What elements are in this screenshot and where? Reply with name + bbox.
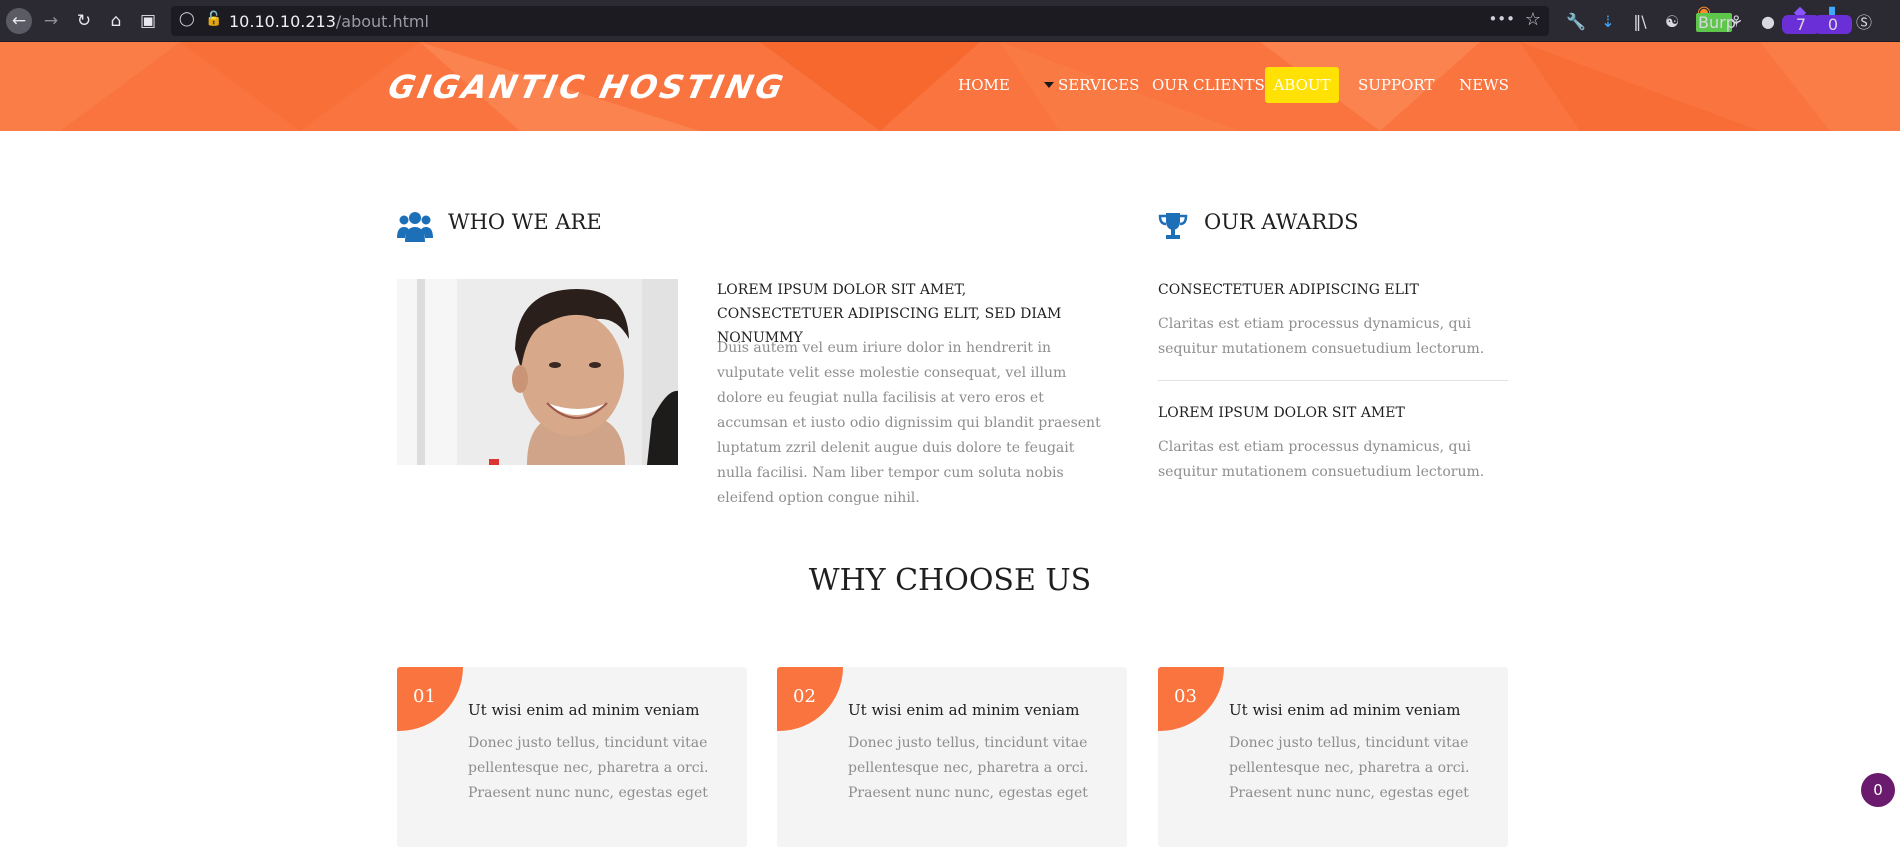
address-bar[interactable]: ◯ 🔓 10.10.10.213/about.html ••• ☆ <box>171 6 1549 36</box>
chat-widget-button[interactable]: 0 <box>1861 773 1895 807</box>
bookmark-star-icon[interactable]: ☆ <box>1525 9 1541 30</box>
awards-divider <box>1158 380 1508 381</box>
feature-card-3: 03 Ut wisi enim ad minim veniam Donec ju… <box>1158 667 1508 847</box>
card-number: 02 <box>793 686 816 707</box>
cube-icon[interactable]: ◆7 <box>1782 2 1820 40</box>
tag-icon[interactable]: ▮0 <box>1814 2 1852 40</box>
extension-icon[interactable]: ☯ <box>1656 12 1688 31</box>
award-2-text: Claritas est etiam processus dynamicus, … <box>1158 439 1485 480</box>
card-number: 03 <box>1174 686 1197 707</box>
url-text[interactable]: 10.10.10.213/about.html <box>229 12 429 31</box>
award-1-text: Claritas est etiam processus dynamicus, … <box>1158 316 1485 357</box>
page-actions-icon[interactable]: ••• <box>1488 10 1515 28</box>
users-icon <box>397 212 433 242</box>
menu-icon[interactable]: ☰ <box>1896 12 1900 31</box>
nav-about[interactable]: ABOUT <box>1265 67 1339 103</box>
forward-arrow-icon[interactable]: → <box>38 8 64 34</box>
browser-toolbar: ← → ↻ ⌂ ▣ ◯ 🔓 10.10.10.213/about.html ••… <box>0 0 1900 42</box>
nav-home[interactable]: HOME <box>954 67 1014 103</box>
burp-icon[interactable]: ◉Burp <box>1688 2 1736 40</box>
award-1-title: CONSECTETUER ADIPISCING ELIT <box>1158 282 1419 298</box>
insecure-lock-icon[interactable]: 🔓 <box>205 11 222 27</box>
download-icon[interactable]: ⇣ <box>1592 12 1624 31</box>
card-title: Ut wisi enim ad minim veniam <box>468 701 700 719</box>
extension-badge-0: 0 <box>1814 15 1852 34</box>
dropdown-caret-icon <box>1044 82 1054 88</box>
card-text: Donec justo tellus, tincidunt vitae pell… <box>848 735 1089 801</box>
nav-services-label: SERVICES <box>1058 76 1140 94</box>
puzzle-icon[interactable]: ⚘ <box>1720 12 1752 31</box>
nav-news[interactable]: NEWS <box>1456 67 1512 103</box>
nav-support[interactable]: SUPPORT <box>1358 67 1434 103</box>
url-path: /about.html <box>335 12 429 31</box>
nav-services[interactable]: SERVICES <box>1044 67 1139 103</box>
card-text: Donec justo tellus, tincidunt vitae pell… <box>1229 735 1470 801</box>
awards-heading: OUR AWARDS <box>1204 210 1359 234</box>
back-arrow-icon[interactable]: ← <box>6 8 32 34</box>
card-number: 01 <box>413 686 436 707</box>
palette-icon[interactable]: ● <box>1752 12 1784 31</box>
card-title: Ut wisi enim ad minim veniam <box>1229 701 1461 719</box>
shield-icon[interactable]: ◯ <box>179 11 195 27</box>
extension-toolbar: 🔧 ⇣ ‖\ ☯ ◉Burp ⚘ ● ◆7 ▮0 Ⓢ ☰ <box>1560 2 1900 34</box>
card-title: Ut wisi enim ad minim veniam <box>848 701 1080 719</box>
who-we-are-heading: WHO WE ARE <box>448 210 602 234</box>
main-nav: HOME SERVICES OUR CLIENTS ABOUT SUPPORT … <box>0 67 1900 103</box>
nav-our-clients[interactable]: OUR CLIENTS <box>1152 67 1265 103</box>
trophy-icon <box>1158 213 1188 239</box>
why-choose-us-heading: WHY CHOOSE US <box>808 563 1092 598</box>
who-we-are-text: Duis autem vel eum iriure dolor in hendr… <box>717 340 1101 506</box>
team-member-photo <box>397 279 678 465</box>
card-text: Donec justo tellus, tincidunt vitae pell… <box>468 735 709 801</box>
feature-card-2: 02 Ut wisi enim ad minim veniam Donec ju… <box>777 667 1127 847</box>
reader-view-icon[interactable]: ▣ <box>135 8 161 34</box>
reload-icon[interactable]: ↻ <box>71 8 97 34</box>
url-host: 10.10.10.213 <box>229 12 336 31</box>
s-icon[interactable]: Ⓢ <box>1848 9 1880 33</box>
feature-card-1: 01 Ut wisi enim ad minim veniam Donec ju… <box>397 667 747 847</box>
award-2-title: LOREM IPSUM DOLOR SIT AMET <box>1158 405 1405 421</box>
home-icon[interactable]: ⌂ <box>103 8 129 34</box>
wrench-icon[interactable]: 🔧 <box>1560 12 1592 31</box>
library-icon[interactable]: ‖\ <box>1624 12 1656 31</box>
